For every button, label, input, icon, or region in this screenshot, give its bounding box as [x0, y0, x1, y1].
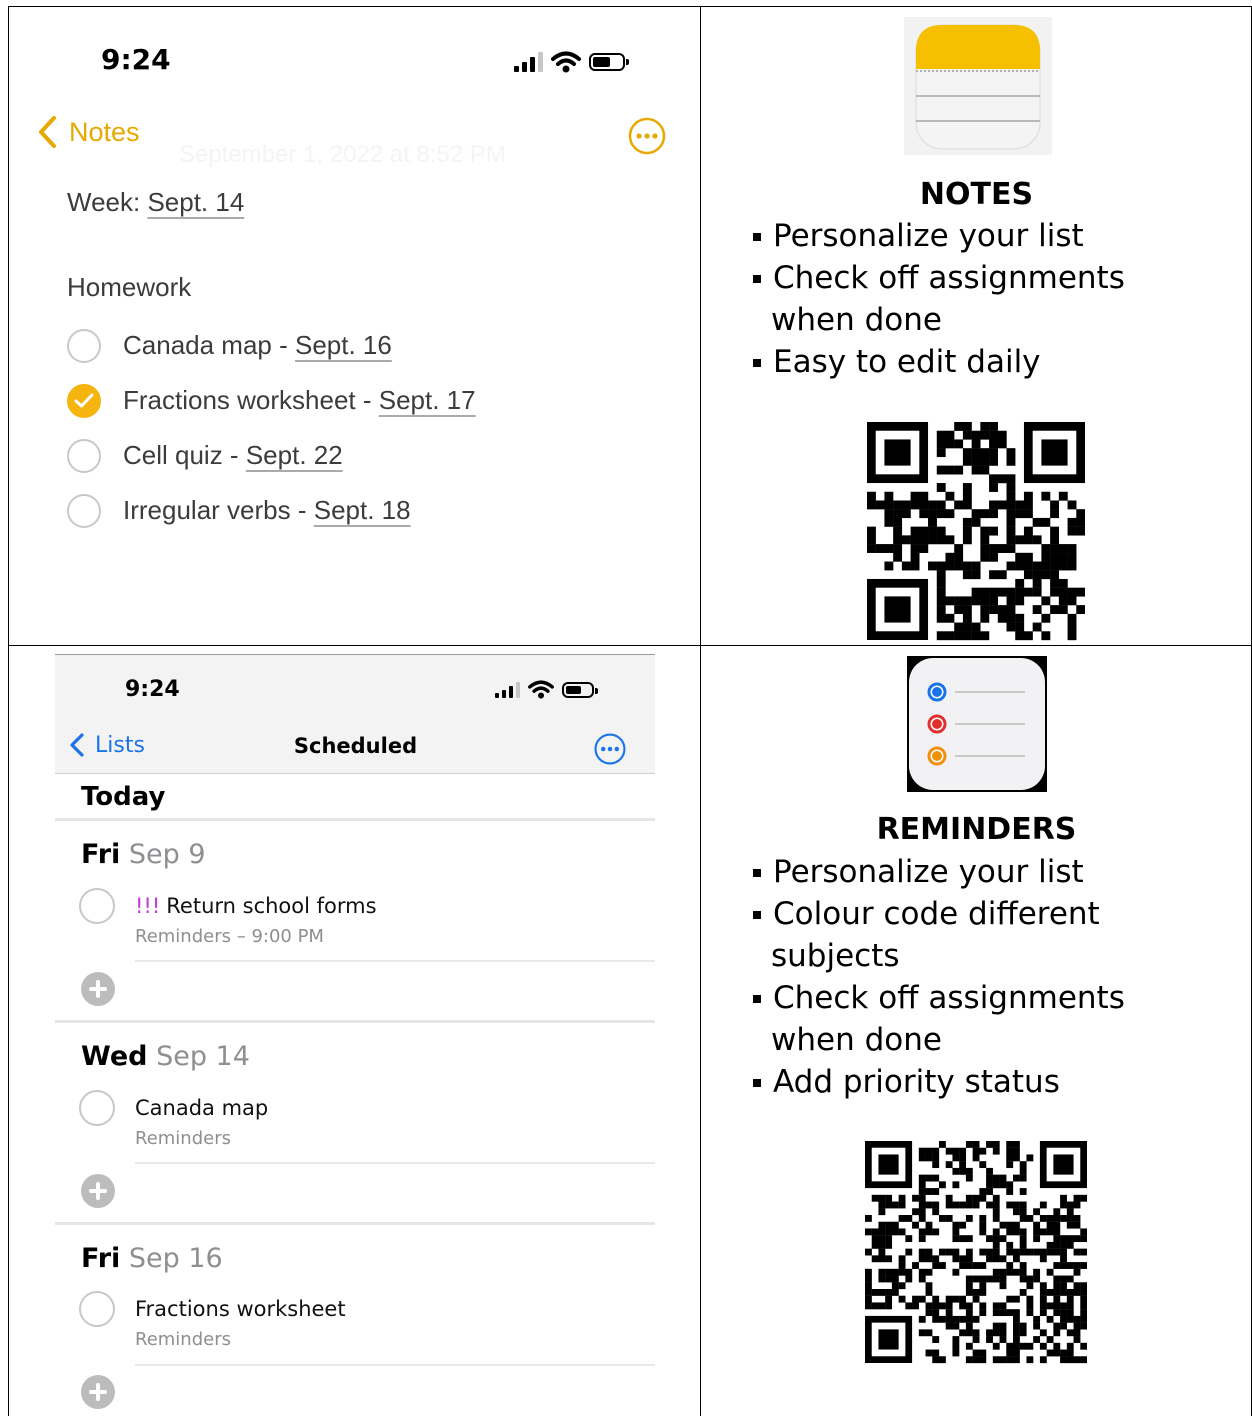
add-reminder-button[interactable]	[81, 1174, 115, 1208]
bullet: Check off assignments	[751, 977, 1125, 1019]
chevron-left-icon	[39, 116, 56, 148]
battery-icon	[589, 53, 629, 71]
notes-title: NOTES	[919, 177, 1034, 212]
checkbox-checked[interactable]	[67, 383, 101, 418]
back-button[interactable]: Notes	[37, 115, 140, 149]
reminders-screenshot: 9:24 Lists Scheduled Today Fri Sep 9 !!!…	[8, 646, 701, 1416]
bullet-continued: subjects	[771, 938, 900, 974]
add-reminder-button[interactable]	[81, 972, 115, 1006]
status-icons	[495, 680, 598, 699]
item-text: Canada map - Sept. 16	[123, 330, 392, 360]
item-text: Irregular verbs - Sept. 18	[123, 495, 411, 525]
status-icons	[514, 51, 629, 73]
divider	[135, 1364, 655, 1366]
item-text: Fractions worksheet - Sept. 17	[123, 385, 476, 415]
day-header: Wed Sep 14	[81, 1041, 250, 1072]
bullet-continued: when done	[771, 302, 942, 338]
checklist: Canada map - Sept. 16 Fractions workshee…	[67, 318, 476, 538]
more-icon[interactable]	[627, 116, 667, 156]
week-prefix: Week:	[67, 187, 148, 217]
status-time: 9:24	[101, 43, 171, 76]
checklist-item: Canada map - Sept. 16	[67, 318, 476, 373]
reminder-subtitle: Reminders – 9:00 PM	[135, 926, 324, 947]
section-today: Today	[81, 782, 166, 812]
divider	[135, 960, 655, 962]
checkbox[interactable]	[67, 328, 101, 363]
reminder-subtitle: Reminders	[135, 1128, 231, 1149]
checkbox[interactable]	[67, 493, 101, 528]
bullet: Check off assignments	[751, 257, 1125, 299]
week-date[interactable]: Sept. 14	[147, 187, 244, 217]
day-header: Fri Sep 16	[81, 1243, 223, 1274]
bullet: Add priority status	[751, 1061, 1125, 1103]
back-label: Notes	[69, 116, 140, 147]
notes-bullets: Personalize your list Check off assignme…	[751, 215, 1125, 383]
day-header: Fri Sep 9	[81, 839, 206, 870]
bullet: Personalize your list	[751, 851, 1125, 893]
divider	[55, 1020, 655, 1023]
bullet: Easy to edit daily	[751, 341, 1125, 383]
more-icon[interactable]	[593, 732, 627, 766]
notes-info: NOTES Personalize your list Check off as…	[701, 6, 1252, 646]
checklist-item: Irregular verbs - Sept. 18	[67, 483, 476, 538]
notes-screenshot: 9:24 Notes September 1, 2022 at 8:52 PM …	[8, 6, 701, 646]
bullet: Colour code different	[751, 893, 1125, 935]
priority-flag: !!!	[135, 894, 161, 918]
status-time: 9:24	[125, 677, 180, 702]
week-line: Week: Sept. 14	[67, 187, 244, 218]
divider	[55, 818, 655, 821]
app-comparison-table: 9:24 Notes September 1, 2022 at 8:52 PM …	[0, 0, 1252, 1416]
signal-icon	[495, 681, 520, 698]
reminder-title[interactable]: !!! Return school forms	[135, 894, 377, 918]
reminder-subtitle: Reminders	[135, 1329, 231, 1350]
reminders-bullets: Personalize your list Colour code differ…	[751, 851, 1125, 1103]
checkmark-icon	[74, 393, 94, 407]
wifi-icon	[528, 680, 554, 699]
wifi-icon	[551, 51, 581, 73]
signal-icon	[514, 52, 543, 72]
reminders-title: REMINDERS	[876, 812, 1077, 847]
reminder-checkbox[interactable]	[79, 1291, 115, 1327]
bullet: Personalize your list	[751, 215, 1125, 257]
reminder-title[interactable]: Canada map	[135, 1096, 268, 1120]
qr-code-icon	[867, 422, 1085, 641]
divider	[55, 1222, 655, 1225]
qr-code-icon	[865, 1141, 1087, 1364]
reminders-info: REMINDERS Personalize your list Colour c…	[701, 646, 1252, 1416]
checkbox[interactable]	[67, 438, 101, 473]
item-text: Cell quiz - Sept. 22	[123, 440, 343, 470]
note-date: September 1, 2022 at 8:52 PM	[179, 141, 506, 168]
checklist-item: Cell quiz - Sept. 22	[67, 428, 476, 483]
reminders-app-icon	[907, 656, 1047, 792]
notes-app-icon	[904, 17, 1052, 155]
bullet-continued: when done	[771, 1022, 942, 1058]
battery-icon	[562, 681, 598, 698]
checklist-item: Fractions worksheet - Sept. 17	[67, 373, 476, 428]
reminder-title[interactable]: Fractions worksheet	[135, 1297, 346, 1321]
add-reminder-button[interactable]	[81, 1375, 115, 1409]
section-title: Homework	[67, 272, 192, 302]
reminder-checkbox[interactable]	[79, 1090, 115, 1126]
reminder-checkbox[interactable]	[79, 888, 115, 924]
divider	[135, 1162, 655, 1164]
